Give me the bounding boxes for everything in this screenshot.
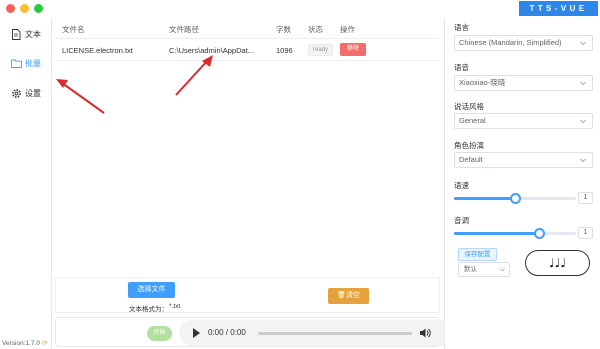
pitch-slider[interactable] <box>454 228 576 239</box>
chevron-down-icon <box>580 81 586 86</box>
chevron-down-icon <box>580 158 586 163</box>
volume-icon[interactable] <box>419 327 431 339</box>
style-label: 说话风格 <box>454 102 484 111</box>
batch-controls: 选择文件 文本格式为： *.txt 🗑清空 <box>55 277 440 313</box>
pitch-input[interactable]: 1 <box>578 227 593 239</box>
pitch-slider-thumb[interactable] <box>533 228 545 239</box>
speed-input[interactable]: 1 <box>578 192 593 204</box>
clear-button[interactable]: 🗑清空 <box>328 288 369 304</box>
player-bar: 开始 0:00 / 0:00 ⋮ <box>55 317 509 347</box>
chevron-down-icon <box>580 41 586 46</box>
play-icon[interactable] <box>193 328 200 338</box>
start-button[interactable]: 开始 <box>147 326 172 341</box>
settings-panel: 语言 Chinese (Mandarin, Simplified) 语音 Xia… <box>444 18 600 349</box>
language-label: 语言 <box>454 23 469 32</box>
role-select[interactable]: Default <box>454 152 593 168</box>
role-label: 角色扮演 <box>454 141 484 150</box>
style-select[interactable]: General <box>454 113 593 129</box>
pitch-label: 音调 <box>454 216 469 225</box>
speed-slider-fill <box>454 197 515 200</box>
pitch-slider-fill <box>454 232 540 235</box>
music-notes-button[interactable]: ♩♩♩ <box>525 250 590 276</box>
speed-slider-thumb[interactable] <box>509 193 521 204</box>
format-value: *.txt <box>169 303 181 310</box>
chevron-down-icon <box>580 119 586 124</box>
save-config-button[interactable]: 保存配置 <box>458 248 497 261</box>
audio-time: 0:00 / 0:00 <box>208 328 246 337</box>
audio-progress[interactable] <box>258 332 412 335</box>
voice-select[interactable]: Xiaoxiao-晓晓 <box>454 75 593 91</box>
trash-icon: 🗑 <box>337 292 346 299</box>
preset-select[interactable]: 默认 <box>458 262 510 277</box>
choose-file-button[interactable]: 选择文件 <box>128 282 175 298</box>
format-label: 文本格式为： <box>129 306 168 313</box>
language-select[interactable]: Chinese (Mandarin, Simplified) <box>454 35 593 51</box>
voice-label: 语音 <box>454 63 469 72</box>
speed-label: 语速 <box>454 181 469 190</box>
speed-slider[interactable] <box>454 193 576 204</box>
chevron-down-icon <box>500 268 505 272</box>
